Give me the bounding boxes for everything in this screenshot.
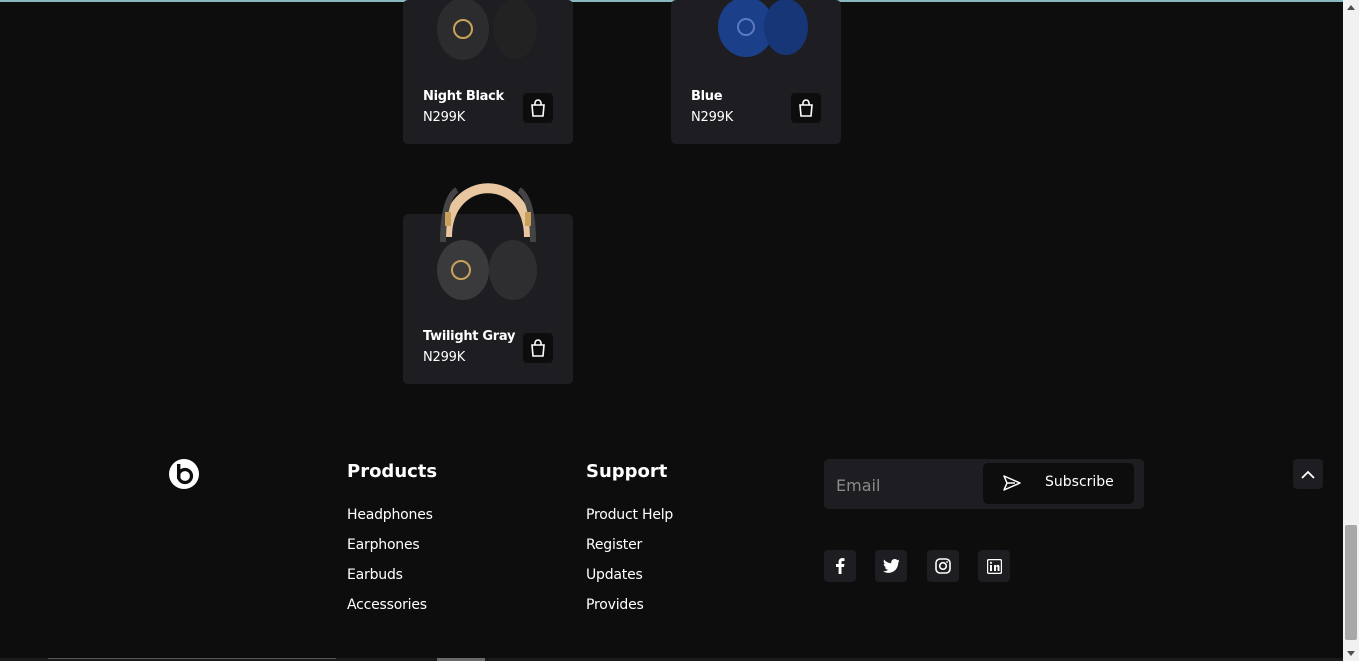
product-name: Twilight Gray [423, 329, 516, 344]
product-card-blue[interactable]: Blue N299K [671, 0, 841, 144]
headphones-blue-image [718, 0, 808, 57]
twitter-icon [883, 559, 899, 573]
email-field[interactable] [834, 471, 983, 499]
headphones-twilight-gray-image [437, 183, 537, 300]
linkedin-icon [986, 558, 1002, 574]
scroll-down-arrow-icon[interactable] [1347, 651, 1355, 656]
footer-link-product-help[interactable]: Product Help [586, 507, 673, 523]
linkedin-link[interactable] [978, 550, 1010, 582]
footer-link-register[interactable]: Register [586, 537, 642, 553]
scroll-to-top-button[interactable] [1293, 459, 1323, 489]
vertical-scrollbar[interactable] [1343, 0, 1359, 661]
shopping-bag-icon [531, 339, 545, 357]
beats-logo[interactable] [168, 458, 200, 490]
footer-link-updates[interactable]: Updates [586, 567, 643, 583]
footer-link-headphones[interactable]: Headphones [347, 507, 433, 523]
newsletter-form: Subscribe [824, 459, 1144, 509]
product-name: Night Black [423, 89, 504, 104]
footer-link-provides[interactable]: Provides [586, 597, 644, 613]
scrollbar-thumb[interactable] [1345, 525, 1357, 640]
products-column-title: Products [347, 461, 438, 482]
product-price: N299K [691, 110, 734, 125]
footer-link-earbuds[interactable]: Earbuds [347, 567, 403, 583]
instagram-link[interactable] [927, 550, 959, 582]
scroll-up-arrow-icon[interactable] [1347, 5, 1355, 10]
shopping-bag-icon [531, 99, 545, 117]
add-to-cart-button[interactable] [791, 93, 821, 123]
product-price: N299K [423, 350, 466, 365]
add-to-cart-button[interactable] [523, 93, 553, 123]
support-column-title: Support [586, 461, 668, 482]
product-name: Blue [691, 89, 723, 104]
headphones-night-black-image [437, 0, 537, 60]
twitter-link[interactable] [875, 550, 907, 582]
product-card-night-black[interactable]: Night Black N299K [403, 0, 573, 144]
chevron-up-icon [1301, 470, 1315, 479]
product-price: N299K [423, 110, 466, 125]
shopping-bag-icon [799, 99, 813, 117]
facebook-icon [836, 558, 845, 574]
footer-link-accessories[interactable]: Accessories [347, 597, 427, 613]
subscribe-button[interactable]: Subscribe [983, 463, 1134, 504]
send-icon [1003, 475, 1021, 491]
add-to-cart-button[interactable] [523, 333, 553, 363]
instagram-icon [935, 558, 951, 574]
facebook-link[interactable] [824, 550, 856, 582]
footer-link-earphones[interactable]: Earphones [347, 537, 420, 553]
subscribe-label: Subscribe [1045, 474, 1114, 490]
product-card-twilight-gray[interactable]: Twilight Gray N299K [403, 183, 573, 384]
